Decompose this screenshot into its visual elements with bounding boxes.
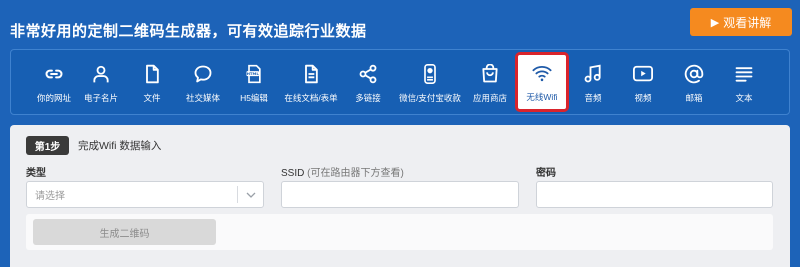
tool-audio-label: 音频: [584, 93, 602, 103]
svg-text:HTML: HTML: [247, 71, 260, 76]
tool-payment[interactable]: 微信/支付宝收款: [399, 54, 461, 112]
tool-file-label: 文件: [143, 93, 161, 103]
qr-type-toolbar: 你的网址 电子名片 文件 社交媒体 HTML H5编辑 在线文档/表单 多链接 …: [10, 49, 790, 115]
play-triangle-icon: ▶: [710, 16, 720, 29]
tool-video-label: 视频: [634, 93, 652, 103]
ssid-label-text: SSID: [281, 168, 305, 179]
tool-business-card[interactable]: 电子名片: [75, 54, 127, 112]
html-file-icon: HTML: [243, 63, 265, 85]
ssid-label: SSID (可在路由器下方查看): [281, 164, 404, 179]
tool-file[interactable]: 文件: [126, 54, 178, 112]
tool-app-store[interactable]: 应用商店: [464, 54, 516, 112]
tool-h5-editor-label: H5编辑: [240, 93, 268, 103]
watch-tutorial-button[interactable]: ▶ 观看讲解: [690, 8, 792, 36]
ssid-label-hint: (可在路由器下方查看): [307, 168, 404, 179]
video-play-icon: [632, 63, 654, 85]
tool-text-label: 文本: [735, 93, 753, 103]
tool-url-label: 你的网址: [36, 93, 71, 103]
person-icon: [90, 63, 112, 85]
text-lines-icon: [733, 63, 755, 85]
password-label: 密码: [536, 168, 556, 179]
tool-app-store-label: 应用商店: [472, 93, 507, 103]
type-select[interactable]: 请选择: [26, 181, 264, 208]
payment-icon: [419, 63, 441, 85]
shopping-bag-icon: [479, 63, 501, 85]
tool-email[interactable]: 邮箱: [668, 54, 720, 112]
tool-online-doc-label: 在线文档/表单: [284, 93, 338, 103]
share-icon: [357, 63, 379, 85]
link-icon: [43, 63, 65, 85]
tool-wifi[interactable]: 无线Wifi: [515, 52, 569, 112]
action-bar: 生成二维码: [26, 214, 773, 250]
tool-audio[interactable]: 音频: [567, 54, 619, 112]
tool-multi-link[interactable]: 多链接: [342, 54, 394, 112]
tool-text[interactable]: 文本: [718, 54, 770, 112]
file-icon: [141, 63, 163, 85]
tool-multi-link-label: 多链接: [355, 93, 381, 103]
wifi-icon: [531, 62, 553, 84]
speech-bubble-icon: [192, 63, 214, 85]
step-description: 完成Wifi 数据输入: [78, 140, 162, 152]
tool-online-doc[interactable]: 在线文档/表单: [284, 54, 338, 112]
password-input[interactable]: [536, 181, 773, 208]
step-badge: 第1步: [26, 136, 69, 155]
type-label: 类型: [26, 168, 46, 179]
tool-social-media[interactable]: 社交媒体: [177, 54, 229, 112]
page-title: 非常好用的定制二维码生成器，可有效追踪行业数据: [10, 23, 367, 40]
wifi-form-panel: 第1步 完成Wifi 数据输入 类型 请选择 SSID (可在路由器下方查看) …: [10, 125, 790, 267]
ssid-input[interactable]: [281, 181, 519, 208]
tool-email-label: 邮箱: [685, 93, 703, 103]
tool-social-media-label: 社交媒体: [185, 93, 220, 103]
tool-payment-label: 微信/支付宝收款: [399, 93, 461, 103]
chevron-down-icon: [237, 186, 263, 203]
tool-url[interactable]: 你的网址: [28, 54, 80, 112]
tool-h5-editor[interactable]: HTML H5编辑: [228, 54, 280, 112]
type-select-placeholder: 请选择: [35, 191, 65, 202]
music-note-icon: [582, 63, 604, 85]
tool-business-card-label: 电子名片: [83, 93, 118, 103]
tool-video[interactable]: 视频: [617, 54, 669, 112]
tool-wifi-label: 无线Wifi: [526, 92, 558, 102]
document-icon: [300, 63, 322, 85]
at-sign-icon: [683, 63, 705, 85]
generate-qr-button[interactable]: 生成二维码: [33, 219, 216, 245]
watch-tutorial-label: 观看讲解: [723, 15, 772, 30]
